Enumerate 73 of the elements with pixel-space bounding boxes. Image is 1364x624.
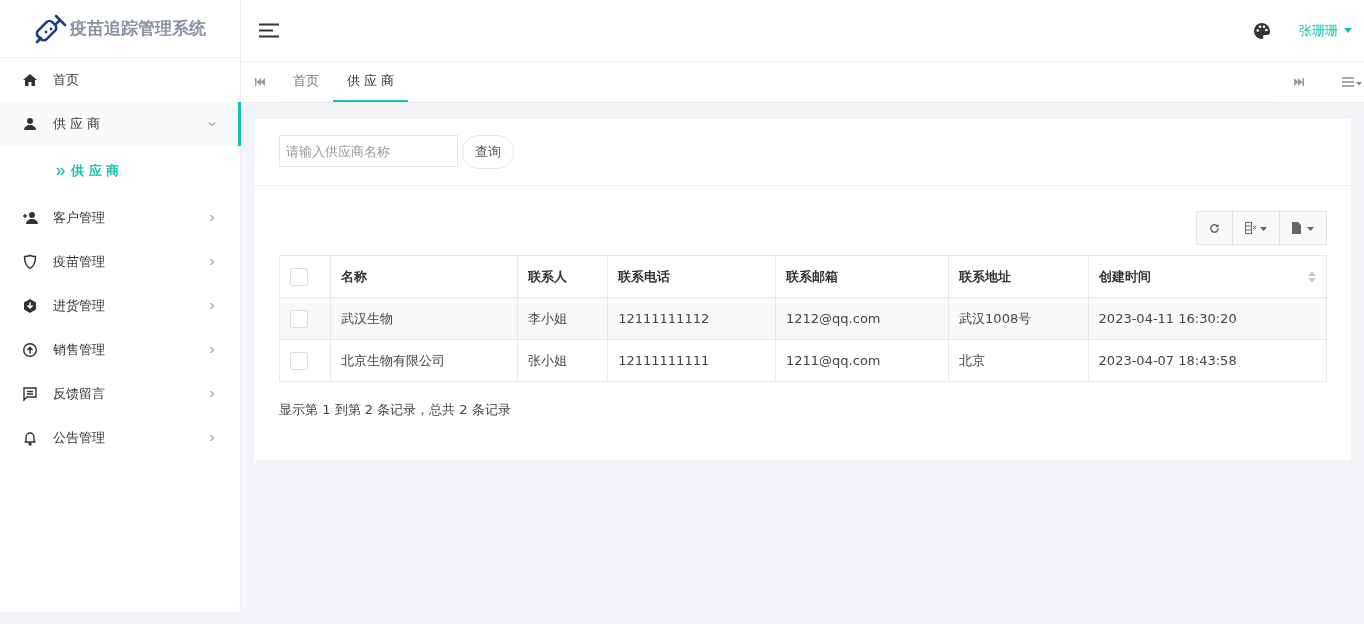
double-chevron-icon [56,166,65,176]
chevron-right-icon [208,434,216,442]
skip-back-icon[interactable] [255,78,265,86]
column-header: 联系邮箱 [775,255,949,298]
sidebar-item[interactable]: 供 应 商 [0,102,240,146]
person-icon [22,116,38,132]
refresh-button[interactable] [1196,211,1233,245]
column-header: 联系人 [517,255,608,298]
supplier-name-field[interactable]: 请输入供应商名称 [279,135,458,167]
table-cell: 北京 [948,339,1089,382]
person-add-icon [22,210,38,226]
table-cell: 武汉1008号 [948,297,1089,340]
select-all-checkbox[interactable] [290,267,308,286]
chevron-right-icon [208,214,216,222]
syringe-logo-icon [34,12,68,45]
download-badge-icon [22,298,38,314]
sidebar-item[interactable]: 首页 [0,58,240,102]
refresh-icon [1209,222,1220,234]
chevron-right-icon [208,390,216,398]
row-checkbox[interactable] [290,309,308,328]
column-header: 名称 [330,255,518,298]
sidebar-item[interactable]: 进货管理 [0,284,240,328]
sidebar-item-label: 客户管理 [53,209,106,227]
column-header: 联系电话 [607,255,776,298]
page-tab[interactable]: 供 应 商 [333,61,409,102]
list-menu-icon[interactable] [1342,77,1362,87]
chevron-right-icon [208,346,216,354]
column-header: 联系地址 [948,255,1089,298]
table-cell: 北京生物有限公司 [330,339,518,382]
column-header: 创建时间 [1088,255,1327,298]
sidebar-item[interactable]: 疫苗管理 [0,240,240,284]
sidebar-item[interactable]: 反馈留言 [0,372,240,416]
table-cell: 12111111112 [607,297,776,340]
chevron-down-icon [208,120,216,128]
sidebar-item[interactable]: 客户管理 [0,196,240,240]
table-cell: 1211@qq.com [775,339,949,382]
table-cell: 2023-04-07 18:43:58 [1088,339,1327,382]
caret-icon [1344,28,1352,33]
upload-circle-icon [22,342,38,358]
sidebar-item-label: 供 应 商 [53,115,102,133]
export-button[interactable] [1279,211,1327,245]
chevron-right-icon [208,258,216,266]
sidebar-item-label: 反馈留言 [53,385,106,403]
skip-forward-icon[interactable] [1294,78,1304,86]
columns-icon [1245,222,1267,234]
sidebar-item[interactable]: 销售管理 [0,328,240,372]
table-cell: 12111111111 [607,339,776,382]
pagination-info: 显示第 1 到第 2 条记录，总共 2 条记录 [279,401,512,419]
row-checkbox[interactable] [290,351,308,370]
search-button[interactable]: 查询 [462,135,514,169]
sidebar-item-label: 销售管理 [53,341,106,359]
palette-icon[interactable] [1253,21,1271,40]
table-cell: 张小姐 [517,339,608,382]
sort-icon[interactable] [1308,269,1316,284]
columns-button[interactable] [1232,211,1280,245]
shield-icon [22,254,38,270]
sidebar-item-label: 公告管理 [53,429,106,447]
table-cell: 1212@qq.com [775,297,949,340]
chevron-right-icon [208,302,216,310]
message-icon [22,386,38,402]
home-icon [22,72,38,88]
table-cell: 2023-04-11 16:30:20 [1088,297,1327,340]
page-tab[interactable]: 首页 [279,61,333,102]
menu-icon[interactable] [259,23,279,38]
sidebar-item[interactable]: 公告管理 [0,416,240,460]
bell-icon [22,430,38,446]
sidebar-item-label: 进货管理 [53,297,106,315]
sidebar-item-label: 首页 [53,71,80,89]
table-cell: 武汉生物 [330,297,518,340]
table-cell: 李小姐 [517,297,608,340]
document-icon [1292,222,1314,234]
sidebar-item-label: 疫苗管理 [53,253,106,271]
app-title: 疫苗追踪管理系统 [70,17,206,40]
